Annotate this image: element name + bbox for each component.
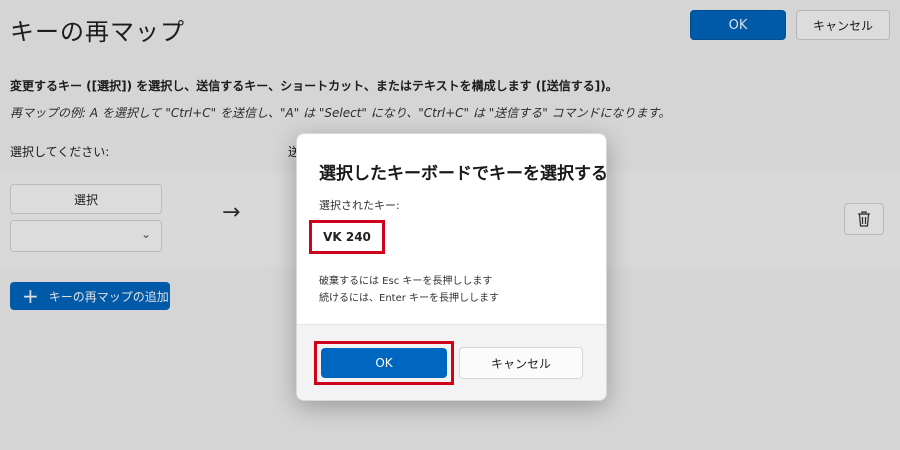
dialog-ok-button[interactable]: OK — [321, 348, 447, 378]
ok-highlight: OK — [314, 341, 454, 385]
select-key-dialog: 選択したキーボードでキーを選択する 選択されたキー: VK 240 破棄するには… — [296, 133, 607, 401]
dialog-title: 選択したキーボードでキーを選択する — [319, 164, 607, 184]
hint-discard: 破棄するには Esc キーを長押しします — [319, 276, 493, 287]
dialog-footer: OK キャンセル — [297, 324, 606, 400]
selected-key-highlight: VK 240 — [309, 220, 385, 254]
dialog-cancel-button[interactable]: キャンセル — [459, 347, 583, 379]
hint-continue: 続けるには、Enter キーを長押しします — [319, 293, 500, 304]
selected-key-value: VK 240 — [316, 226, 378, 248]
selected-key-label: 選択されたキー: — [319, 199, 400, 212]
